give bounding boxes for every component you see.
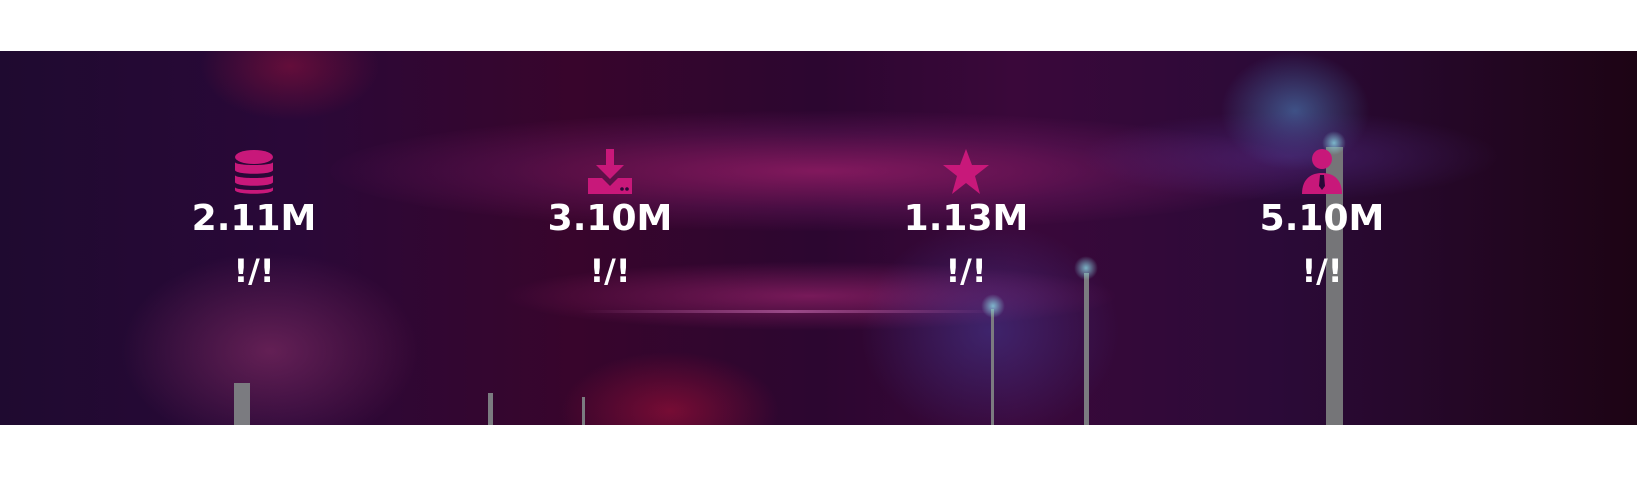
stat-label: !/! bbox=[233, 252, 275, 290]
stat-value: 3.10M bbox=[547, 198, 673, 239]
stats-banner: 2.11M !/! 3.10M !/! 1.13M !/! 5.10M !/! bbox=[0, 51, 1637, 425]
stat-value: 2.11M bbox=[191, 198, 317, 239]
background-glow bbox=[330, 111, 1310, 231]
database-icon bbox=[230, 148, 278, 196]
background-pillar bbox=[488, 393, 493, 425]
stat-users: 5.10M !/! bbox=[1222, 51, 1422, 425]
stat-label: !/! bbox=[589, 252, 631, 290]
stat-databases: 2.11M !/! bbox=[154, 51, 354, 425]
stat-label: !/! bbox=[945, 252, 987, 290]
download-icon bbox=[586, 148, 634, 196]
star-icon bbox=[942, 148, 990, 196]
background-pillar bbox=[1084, 273, 1089, 425]
stat-value: 5.10M bbox=[1259, 198, 1385, 239]
stat-stars: 1.13M !/! bbox=[866, 51, 1066, 425]
stat-value: 1.13M bbox=[903, 198, 1029, 239]
background-lamp bbox=[1074, 256, 1098, 280]
user-tie-icon bbox=[1298, 148, 1346, 196]
stat-label: !/! bbox=[1301, 252, 1343, 290]
stat-downloads: 3.10M !/! bbox=[510, 51, 710, 425]
